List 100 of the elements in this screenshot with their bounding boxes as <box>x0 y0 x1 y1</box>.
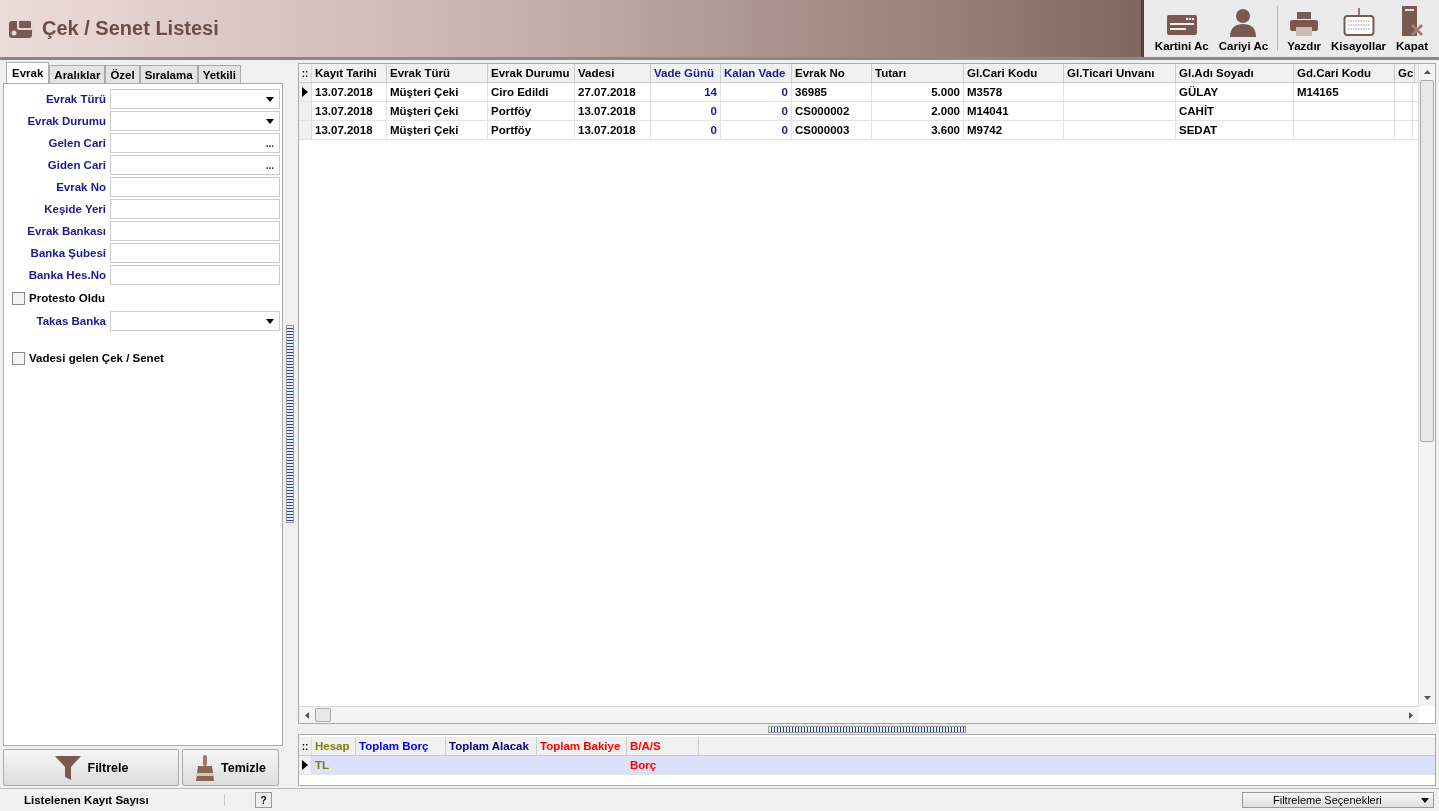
scroll-left-icon[interactable] <box>305 711 309 719</box>
table-cell: Müşteri Çeki <box>387 102 488 120</box>
table-cell: CS000002 <box>792 102 872 120</box>
table-cell: TL <box>312 756 356 774</box>
dropdown-field[interactable] <box>110 89 280 109</box>
table-cell: Borç <box>627 756 699 774</box>
column-header[interactable]: Gl.Cari Kodu <box>964 64 1064 82</box>
scroll-up-icon[interactable] <box>1423 70 1431 74</box>
toolbar-button[interactable]: Kisayollar <box>1326 0 1392 57</box>
ellipsis-button[interactable]: ... <box>265 137 274 149</box>
funnel-icon <box>53 754 82 781</box>
record-count-label: Listelenen Kayıt Sayısı <box>0 794 225 806</box>
field-label: Evrak Durumu <box>26 115 107 127</box>
field-label: Takas Banka <box>35 315 107 327</box>
brush-icon <box>195 753 216 782</box>
table-cell: M9742 <box>964 121 1064 139</box>
column-header[interactable]: Tutarı <box>872 64 964 82</box>
printer-icon <box>1289 11 1320 37</box>
input-field[interactable] <box>110 221 280 241</box>
scroll-right-icon[interactable] <box>1409 711 1413 719</box>
column-header[interactable]: Gl.Ticari Unvanı <box>1064 64 1176 82</box>
cheque-icon <box>8 16 34 41</box>
exit-icon <box>1400 5 1424 37</box>
table-cell: Portföy <box>488 102 575 120</box>
table-cell: 36985 <box>792 83 872 101</box>
tab[interactable]: Özel <box>105 65 140 83</box>
ellipsis-button[interactable]: ... <box>265 159 274 171</box>
column-header[interactable]: Vade Günü <box>651 64 721 82</box>
person-icon <box>1228 7 1259 37</box>
window-title: Çek / Senet Listesi <box>42 17 219 40</box>
table-cell: 0 <box>721 102 792 120</box>
column-header[interactable]: Evrak No <box>792 64 872 82</box>
table-cell: M14165 <box>1294 83 1395 101</box>
input-field[interactable] <box>110 265 280 285</box>
table-cell: 13.07.2018 <box>312 121 387 139</box>
column-header[interactable]: Gd.Cari Kodu <box>1294 64 1395 82</box>
tab[interactable]: Aralıklar <box>49 65 106 83</box>
table-cell: 13.07.2018 <box>312 102 387 120</box>
field-label: Keşide Yeri <box>43 203 107 215</box>
input-field[interactable] <box>110 199 280 219</box>
help-button[interactable]: ? <box>255 792 272 808</box>
checkbox-label: Vadesi gelen Çek / Senet <box>29 352 164 364</box>
caret-icon <box>266 318 274 324</box>
action-button[interactable]: Temizle <box>182 749 279 786</box>
dropdown-field[interactable] <box>110 311 280 331</box>
table-cell: Portföy <box>488 121 575 139</box>
table-cell: CS000003 <box>792 121 872 139</box>
table-cell: 5.000 <box>872 83 964 101</box>
grid-indicator: :: <box>299 64 312 82</box>
scroll-thumb[interactable] <box>1420 80 1434 442</box>
splitter-handle[interactable] <box>768 725 966 733</box>
keyboard-icon <box>1342 7 1375 37</box>
lookup-field[interactable]: ... <box>110 133 280 153</box>
toolbar-button[interactable]: Kapat <box>1391 0 1433 57</box>
splitter-handle[interactable] <box>286 325 294 523</box>
table-cell: CAHİT <box>1176 102 1294 120</box>
column-header[interactable]: Evrak Türü <box>387 64 488 82</box>
field-label: Evrak No <box>55 181 107 193</box>
field-label: Evrak Bankası <box>26 225 107 237</box>
column-header[interactable]: Gc <box>1395 64 1416 82</box>
tab[interactable]: Yetkili <box>197 65 241 83</box>
column-header[interactable]: Gl.Adı Soyadı <box>1176 64 1294 82</box>
column-header[interactable]: Kayıt Tarihi <box>312 64 387 82</box>
caret-icon <box>1421 797 1429 803</box>
table-cell: 14 <box>651 83 721 101</box>
table-cell: GÜLAY <box>1176 83 1294 101</box>
scroll-thumb[interactable] <box>315 708 331 722</box>
table-cell: 13.07.2018 <box>312 83 387 101</box>
table-cell: 2.000 <box>872 102 964 120</box>
table-cell: 13.07.2018 <box>575 121 651 139</box>
field-label: Banka Şubesi <box>29 247 107 259</box>
tab[interactable]: Sıralama <box>139 65 198 83</box>
checkbox[interactable] <box>12 291 25 305</box>
action-button[interactable]: Filtrele <box>3 749 179 786</box>
table-cell: 27.07.2018 <box>575 83 651 101</box>
toolbar-button[interactable]: Kartini Ac <box>1149 0 1214 57</box>
column-header[interactable]: Toplam Bakiye <box>537 737 627 755</box>
scroll-down-icon[interactable] <box>1423 696 1431 700</box>
toolbar-button[interactable]: Yazdır <box>1282 0 1327 57</box>
checkbox[interactable] <box>12 351 25 365</box>
dropdown-field[interactable] <box>110 111 280 131</box>
tab[interactable]: Evrak <box>6 62 50 83</box>
grid-indicator: :: <box>299 737 312 755</box>
column-header[interactable]: Toplam Alacak <box>446 737 537 755</box>
lookup-field[interactable]: ... <box>110 155 280 175</box>
column-header[interactable]: Hesap <box>312 737 356 755</box>
checkbox-label: Protesto Oldu <box>29 292 106 304</box>
column-header[interactable]: Toplam Borç <box>356 737 446 755</box>
input-field[interactable] <box>110 177 280 197</box>
column-header[interactable]: Vadesi <box>575 64 651 82</box>
column-header[interactable]: Kalan Vade <box>721 64 792 82</box>
column-header[interactable]: Evrak Durumu <box>488 64 575 82</box>
horizontal-scrollbar[interactable] <box>299 706 1419 723</box>
filter-options-button[interactable]: Filtreleme Seçenekleri <box>1242 792 1434 808</box>
input-field[interactable] <box>110 243 280 263</box>
table-cell: 3.600 <box>872 121 964 139</box>
caret-icon <box>266 96 274 102</box>
toolbar-button[interactable]: Cariyi Ac <box>1213 0 1274 57</box>
column-header[interactable]: B/A/S <box>627 737 699 755</box>
vertical-scrollbar[interactable] <box>1418 64 1435 706</box>
